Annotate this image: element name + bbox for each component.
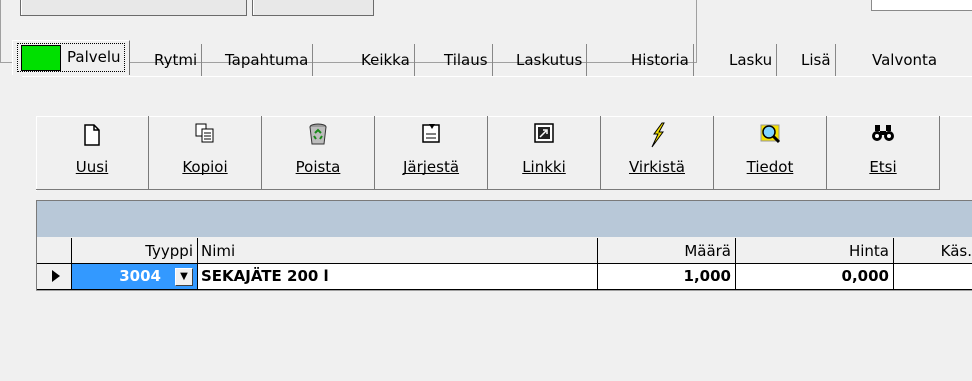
col-header-tyyppi[interactable]: Tyyppi [72, 238, 198, 264]
tab-tapahtuma[interactable]: Tapahtuma [221, 44, 314, 76]
new-button-label: Uusi [75, 158, 109, 176]
cell-nimi[interactable]: SEKAJÄTE 200 l [198, 264, 598, 290]
sort-icon [422, 124, 440, 143]
top-button-2[interactable] [252, 0, 374, 16]
tab-label: Palvelu [67, 48, 121, 66]
col-header-nimi[interactable]: Nimi [198, 238, 598, 264]
cell-hinta[interactable]: 0,000 [736, 264, 894, 290]
details-button[interactable]: Tiedot [714, 116, 827, 190]
refresh-button[interactable]: Virkistä [601, 116, 714, 190]
tab-laskutus[interactable]: Laskutus [512, 44, 588, 76]
tab-label: Rytmi [154, 51, 198, 69]
search-button[interactable]: Etsi [827, 116, 940, 190]
top-right-field[interactable] [871, 0, 972, 11]
tab-lisa[interactable]: Lisä [797, 44, 836, 76]
link-icon [534, 123, 554, 143]
grid-corner-header [37, 238, 72, 264]
cell-tyyppi[interactable]: 3004 ▼ [72, 264, 198, 290]
tab-label: Lisä [801, 51, 831, 69]
current-row-arrow-icon [52, 270, 60, 282]
copy-button-label: Kopioi [182, 158, 228, 176]
binoculars-icon [872, 125, 894, 141]
sort-button[interactable]: Järjestä [375, 116, 488, 190]
tab-historia[interactable]: Historia [627, 44, 694, 76]
tab-tilaus[interactable]: Tilaus [440, 44, 493, 76]
cell-kas[interactable] [894, 264, 972, 290]
col-header-kas[interactable]: Käs. [894, 238, 972, 264]
tab-label: Valvonta [872, 51, 938, 69]
tab-lasku[interactable]: Lasku [725, 44, 778, 76]
refresh-button-label: Virkistä [628, 158, 685, 176]
details-button-label: Tiedot [746, 158, 794, 176]
tab-label: Tilaus [444, 51, 488, 69]
panel-top-edge [22, 76, 972, 77]
row-selector[interactable] [37, 264, 72, 290]
tab-valvonta[interactable]: Valvonta [868, 44, 941, 76]
tab-label: Laskutus [516, 51, 583, 69]
new-button[interactable]: Uusi [36, 116, 149, 190]
tab-label: Lasku [729, 51, 773, 69]
col-header-hinta[interactable]: Hinta [736, 238, 894, 264]
chevron-down-icon[interactable]: ▼ [175, 268, 193, 286]
refresh-lightning-icon [651, 122, 665, 148]
grid-empty-area [36, 290, 972, 381]
copy-button[interactable]: Kopioi [149, 116, 262, 190]
tab-palvelu-focus: Palvelu [17, 43, 125, 72]
delete-button-label: Poista [295, 158, 341, 176]
tab-palvelu[interactable]: Palvelu [12, 40, 130, 75]
tab-label: Keikka [361, 51, 410, 69]
tab-label: Tapahtuma [225, 51, 309, 69]
sort-button-label: Järjestä [402, 158, 460, 176]
cell-tyyppi-value: 3004 [119, 267, 161, 285]
tab-rytmi[interactable]: Rytmi [150, 44, 203, 76]
link-button[interactable]: Linkki [488, 116, 601, 190]
col-header-maara[interactable]: Määrä [598, 238, 736, 264]
link-button-label: Linkki [522, 158, 566, 176]
recycle-bin-icon [309, 123, 327, 145]
tab-label: Historia [631, 51, 689, 69]
grid-group-bar [37, 201, 972, 237]
status-color-indicator [21, 44, 61, 71]
cell-maara[interactable]: 1,000 [598, 264, 736, 290]
tab-keikka[interactable]: Keikka [357, 44, 415, 76]
magnifier-info-icon [760, 124, 781, 144]
new-document-icon [84, 124, 100, 146]
copy-icon [195, 123, 214, 143]
top-button-1[interactable] [20, 0, 247, 16]
delete-button[interactable]: Poista [262, 116, 375, 190]
search-button-label: Etsi [869, 158, 897, 176]
